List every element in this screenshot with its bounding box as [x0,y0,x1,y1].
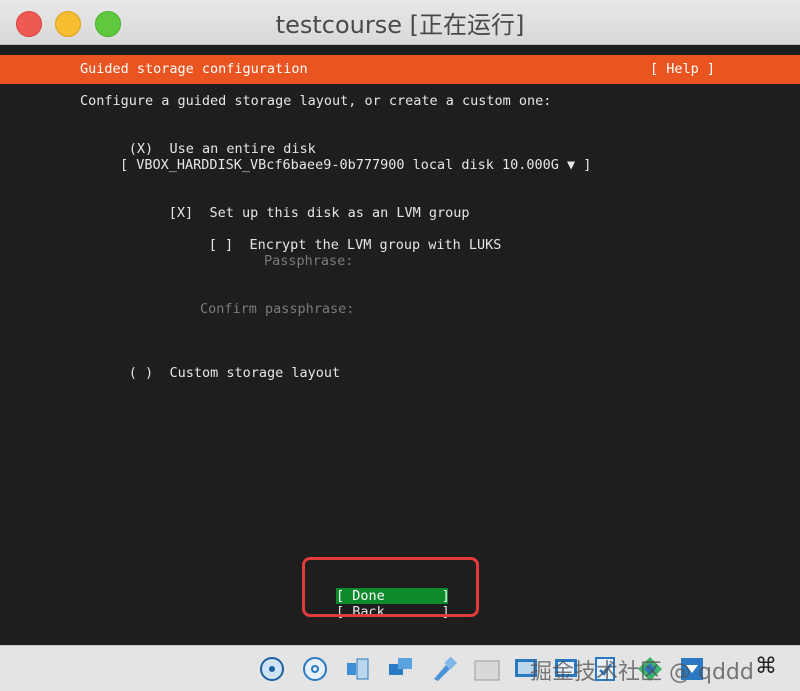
vm-screen[interactable]: Guided storage configuration [ Help ] Co… [0,45,800,645]
custom-layout-label: Custom storage layout [169,365,341,381]
vm-status-bar: ⌘ 掘金技术社区 @ qddd [0,645,800,691]
radio-unselected-marker: ( ) [128,365,154,381]
checkbox-unchecked-marker: [ ] [208,237,234,253]
disk-select[interactable]: [ VBOX_HARDDISK_VBcf6baee9-0b777900 loca… [120,157,591,173]
optical-disk-icon[interactable] [301,655,329,683]
audio-icon[interactable] [344,655,372,683]
network-icon[interactable] [387,655,415,683]
title-bar: testcourse [正在运行] [0,0,800,45]
checkbox-checked-marker: [X] [168,205,194,221]
watermark-text: 掘金技术社区 @ qddd [530,660,754,685]
host-key-indicator: ⌘ [755,654,777,679]
help-button[interactable]: [ Help ] [650,61,715,77]
confirm-passphrase-field: Confirm passphrase: [200,301,355,317]
header-title: Guided storage configuration [80,61,308,77]
custom-layout-option[interactable]: ( ) Custom storage layout [80,349,340,397]
intro-text: Configure a guided storage layout, or cr… [80,93,552,109]
usb-icon[interactable] [430,655,458,683]
vm-window: testcourse [正在运行] Guided storage configu… [0,0,800,691]
installer-header: Guided storage configuration [ Help ] [0,55,800,84]
use-entire-disk-label: Use an entire disk [169,141,316,157]
lvm-label: Set up this disk as an LVM group [209,205,470,221]
radio-selected-marker: (X) [128,141,154,157]
hard-disk-icon[interactable] [258,655,286,683]
window-title: testcourse [正在运行] [275,11,525,39]
highlight-annotation [302,557,479,617]
encrypt-label: Encrypt the LVM group with LUKS [249,237,502,253]
passphrase-field: Passphrase: [264,253,354,269]
shared-folder-icon[interactable] [473,655,501,683]
